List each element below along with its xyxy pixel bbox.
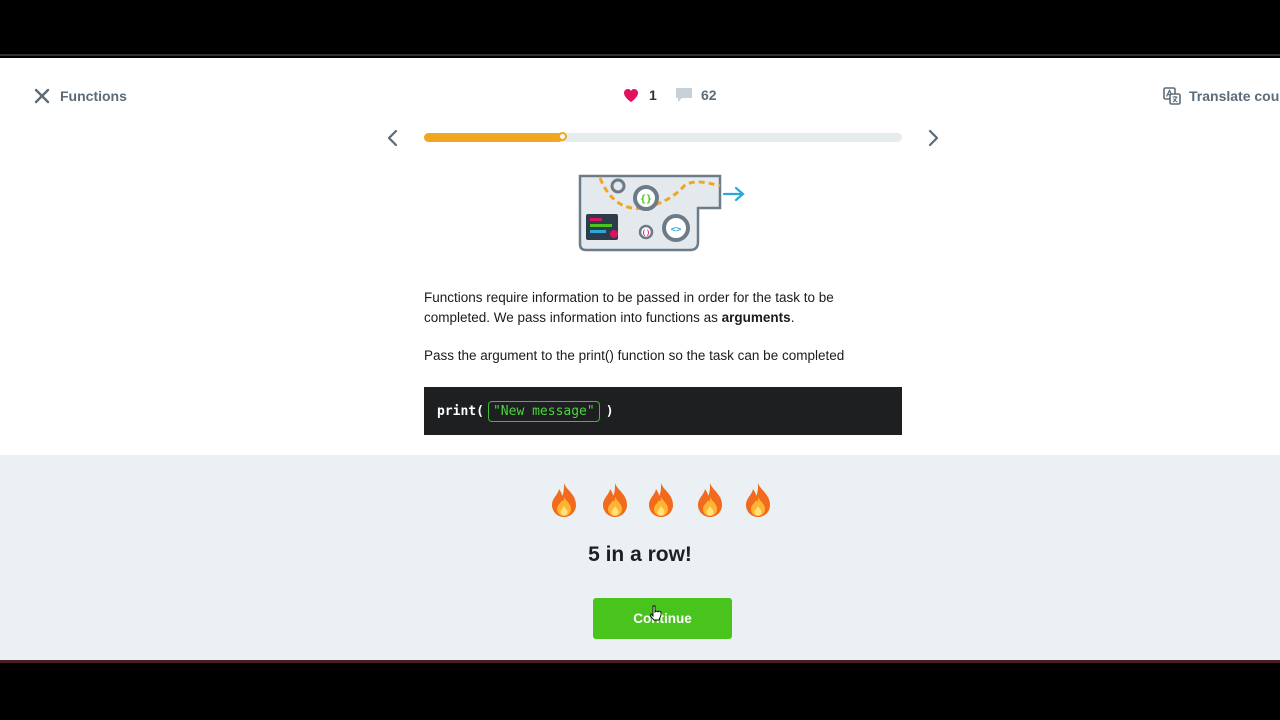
lesson-title: Functions xyxy=(60,88,127,104)
svg-text:{}: {} xyxy=(640,194,652,205)
close-icon[interactable] xyxy=(33,87,51,105)
like-button[interactable]: 1 xyxy=(623,87,657,103)
translate-icon xyxy=(1163,87,1181,105)
progress-fill xyxy=(424,133,563,142)
mouse-cursor-icon xyxy=(650,605,662,621)
heart-icon xyxy=(624,88,638,102)
flame-icon xyxy=(603,483,627,517)
code-argument-slot[interactable]: "New message" xyxy=(487,400,600,422)
streak-flames xyxy=(550,482,790,520)
screen: Functions 1 62 Translate course xyxy=(0,0,1280,720)
comments-button[interactable]: 62 xyxy=(675,87,717,103)
chevron-left-icon[interactable] xyxy=(384,128,402,148)
result-panel: 5 in a row! Continue xyxy=(0,455,1280,660)
streak-message: 5 in a row! xyxy=(588,543,692,566)
code-editor: print( "New message" ) xyxy=(424,387,902,435)
flame-icon xyxy=(552,483,576,517)
lesson-paragraph-1: Functions require information to be pass… xyxy=(424,288,902,327)
lesson-page: Functions 1 62 Translate course xyxy=(0,58,1280,455)
chevron-right-icon[interactable] xyxy=(924,128,942,148)
code-function: print( xyxy=(437,403,484,419)
flame-icon xyxy=(746,483,770,517)
lesson-progress-bar xyxy=(424,132,902,142)
bottom-black-bar xyxy=(0,660,1280,720)
top-black-bar xyxy=(0,0,1280,56)
code-close-paren: ) xyxy=(605,403,614,419)
paragraph-end: . xyxy=(790,309,795,325)
flame-icon xyxy=(698,483,722,517)
svg-text:<>: <> xyxy=(671,225,682,235)
svg-text:(): () xyxy=(642,229,650,237)
continue-button[interactable]: Continue xyxy=(593,598,732,639)
comments-count: 62 xyxy=(701,87,717,103)
progress-knob xyxy=(558,132,567,141)
translate-course-button[interactable]: Translate course xyxy=(1163,87,1280,105)
likes-count: 1 xyxy=(649,87,657,103)
flame-icon xyxy=(649,483,673,517)
comment-icon xyxy=(676,88,692,102)
lesson-paragraph-2: Pass the argument to the print() functio… xyxy=(424,348,845,363)
translate-label: Translate course xyxy=(1189,88,1280,104)
function-illustration: {} () <> xyxy=(578,174,745,252)
bold-term: arguments xyxy=(721,309,791,325)
